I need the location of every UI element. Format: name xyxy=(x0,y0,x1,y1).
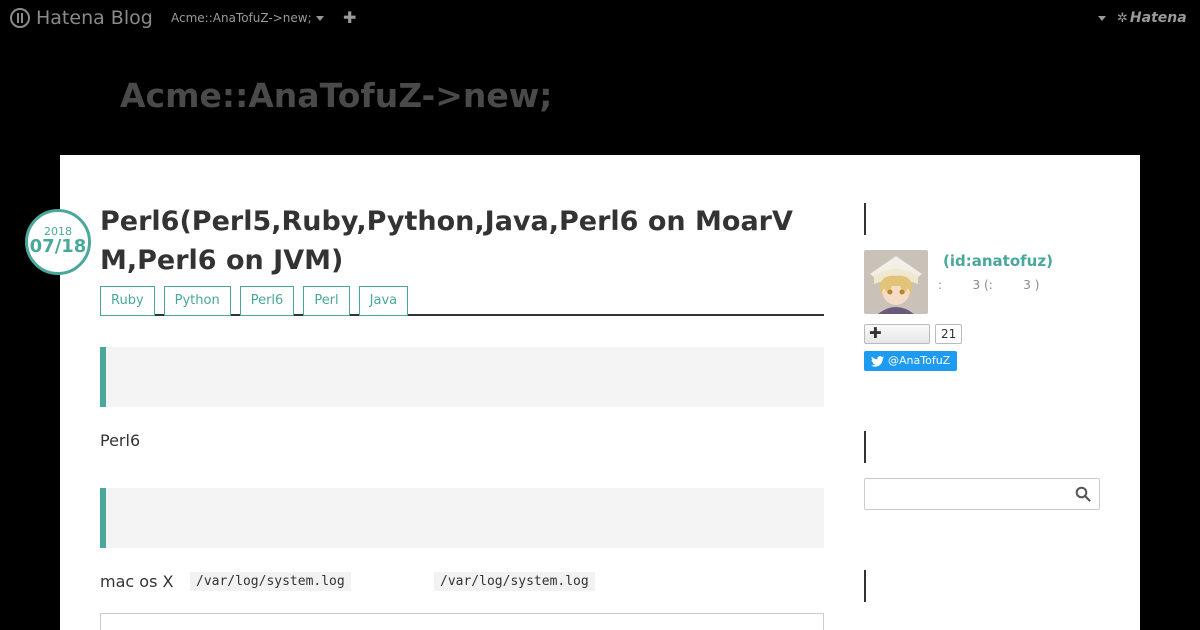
twitter-icon xyxy=(871,355,884,367)
profile-avatar[interactable] xyxy=(864,250,928,314)
category-python[interactable]: Python xyxy=(163,286,231,316)
subscribe-button[interactable]: ✚ xyxy=(864,324,930,344)
entry-date-day: 07/18 xyxy=(29,236,87,257)
entry-paragraph-1: Perl6 xyxy=(100,431,141,450)
user-menu-chevron-icon[interactable] xyxy=(1098,16,1106,21)
category-ruby[interactable]: Ruby xyxy=(100,286,155,316)
search-input[interactable] xyxy=(865,479,1065,509)
chevron-down-icon xyxy=(315,15,324,21)
blog-menu-dropdown[interactable]: Acme::AnaTofuZ->new; xyxy=(171,11,324,25)
code-block xyxy=(100,613,824,630)
avatar-image xyxy=(864,250,928,314)
hatena-label: Hatena xyxy=(1129,10,1187,26)
twitter-follow-button[interactable]: @AnaTofuZ xyxy=(864,351,958,371)
category-java[interactable]: Java xyxy=(358,286,409,316)
blog-menu-label: Acme::AnaTofuZ->new; xyxy=(171,11,312,25)
section-heading-2 xyxy=(100,488,824,548)
search-form xyxy=(864,478,1100,510)
hatena-mark-icon: ✲ xyxy=(1117,10,1128,26)
twitter-handle: @AnaTofuZ xyxy=(888,354,951,367)
paragraph-text: mac os X xyxy=(100,572,174,591)
blog-title[interactable]: Acme::AnaTofuZ->new; xyxy=(120,76,552,115)
plus-icon: ✚ xyxy=(343,8,357,27)
category-perl6[interactable]: Perl6 xyxy=(239,286,295,316)
subscriber-count: 21 xyxy=(935,324,963,344)
profile-id-link[interactable]: (id:anatofuz) xyxy=(943,252,1053,270)
entry-title[interactable]: Perl6(Perl5,Ruby,Python,Java,Perl6 on Mo… xyxy=(100,202,825,280)
inline-code-1: /var/log/system.log xyxy=(190,572,351,591)
sidebar-module-heading-search xyxy=(864,431,866,463)
entry-date-badge[interactable]: 2018 07/18 xyxy=(25,209,91,275)
hatena-home-link[interactable]: ✲ Hatena xyxy=(1117,10,1187,26)
category-perl[interactable]: Perl xyxy=(303,286,350,316)
hatena-logo-icon xyxy=(10,8,30,28)
logo-text: Hatena Blog xyxy=(36,7,153,29)
section-heading-1 xyxy=(100,347,824,407)
sidebar-module-heading-3 xyxy=(864,570,866,602)
plus-icon: ✚ xyxy=(869,324,882,342)
hatena-blog-logo[interactable]: Hatena Blog xyxy=(10,7,153,29)
inline-code-2: /var/log/system.log xyxy=(434,572,595,591)
sidebar-module-heading-profile xyxy=(864,203,866,235)
global-header: Hatena Blog Acme::AnaTofuZ->new; ✚ ✲ Hat… xyxy=(0,0,1200,36)
profile-meta: : 3 (: 3 ) xyxy=(938,278,1040,292)
entry-categories: Ruby Python Perl6 Perl Java xyxy=(100,286,824,316)
search-icon[interactable] xyxy=(1075,486,1091,502)
add-entry-button[interactable]: ✚ xyxy=(343,8,356,27)
entry-paragraph-2: mac os X xyxy=(100,572,173,591)
